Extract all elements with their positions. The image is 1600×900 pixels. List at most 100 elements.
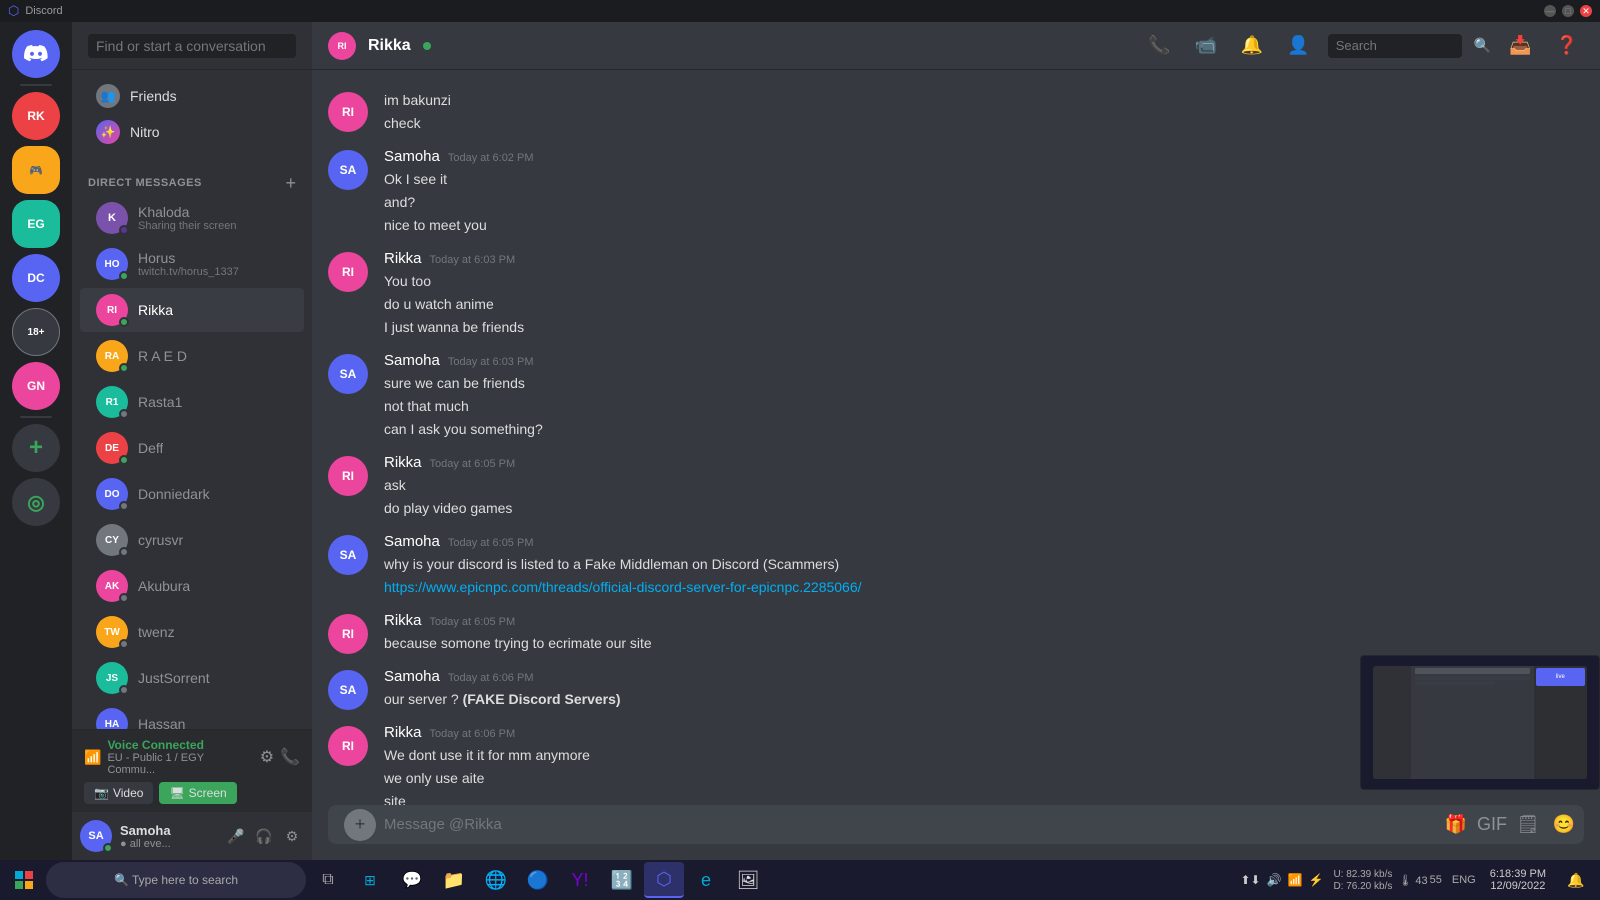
dm-item-info-justsorrent: JustSorrent — [138, 670, 210, 686]
taskbar-app-photos[interactable]: 🖼 — [728, 862, 768, 898]
message-author-rikka-605b: Rikka — [384, 612, 422, 629]
discord-home-button[interactable] — [12, 30, 60, 78]
dm-item-deff[interactable]: DE Deff ✕ — [80, 426, 304, 470]
notification-center-button[interactable]: 🔔 — [1556, 862, 1596, 898]
sticker-button[interactable]: 🗒 — [1512, 809, 1544, 841]
dm-item-hassan[interactable]: HA Hassan ✕ — [80, 702, 304, 729]
dm-avatar-akubura: AK — [96, 570, 128, 602]
mic-button[interactable]: 🎤 — [224, 824, 248, 848]
tray-icon-1: ⬆⬇ — [1240, 873, 1260, 887]
tray-icons-group: 🌡 43 55 — [1394, 874, 1446, 887]
server-divider-2 — [20, 416, 52, 418]
voice-connected-bar: 📶 Voice Connected EU - Public 1 / EGY Co… — [72, 729, 312, 812]
message-group-bakunzi: RI im bakunzi check — [312, 86, 1600, 140]
dm-item-rasta1[interactable]: R1 Rasta1 ✕ — [80, 380, 304, 424]
message-avatar-rikka-1: RI — [328, 92, 368, 132]
taskbar-task-view[interactable]: ⧉ — [308, 862, 348, 898]
call-icon[interactable]: 📞 — [1142, 35, 1176, 56]
user-settings-button[interactable]: ⚙ — [280, 824, 304, 848]
message-header-samoha-602: Samoha Today at 6:02 PM — [384, 148, 1584, 165]
gift-button[interactable]: 🎁 — [1440, 809, 1472, 841]
message-text-samoha-603-3: can I ask you something? — [384, 419, 1584, 440]
message-author-samoha-605: Samoha — [384, 533, 440, 550]
message-timestamp-samoha-602: Today at 6:02 PM — [448, 152, 534, 164]
maximize-button[interactable]: □ — [1562, 5, 1574, 17]
add-server-button[interactable]: + — [12, 424, 60, 472]
dm-item-donniedark[interactable]: DO Donniedark ✕ — [80, 472, 304, 516]
help-icon[interactable]: ❓ — [1550, 35, 1584, 56]
message-text-bakunzi-2: check — [384, 113, 1584, 134]
discover-button[interactable]: ◎ — [12, 478, 60, 526]
taskbar-app-explorer[interactable]: 📁 — [434, 862, 474, 898]
dm-name-khaloda: Khaloda — [138, 204, 236, 220]
taskbar-search-area[interactable]: 🔍 Type here to search — [46, 862, 306, 898]
inbox-icon[interactable]: 📥 — [1503, 35, 1537, 56]
message-input[interactable] — [384, 805, 1432, 844]
message-author-rikka-603: Rikka — [384, 250, 422, 267]
dm-item-raed[interactable]: RA R A E D ✕ — [80, 334, 304, 378]
voice-disconnect-icon[interactable]: 📞 — [280, 747, 300, 767]
server-icon-3[interactable]: EG — [12, 200, 60, 248]
dm-search-input[interactable] — [88, 34, 296, 58]
taskbar-app-chrome[interactable]: 🌐 — [476, 862, 516, 898]
deff-status-dot — [119, 455, 129, 465]
message-avatar-rikka-605b: RI — [328, 614, 368, 654]
message-text-samoha-603-2: not that much — [384, 396, 1584, 417]
gif-button[interactable]: GIF — [1476, 809, 1508, 841]
taskbar-widgets[interactable]: ⊞ — [350, 862, 390, 898]
close-button[interactable]: ✕ — [1580, 5, 1592, 17]
akubura-status-dot — [119, 593, 129, 603]
title-bar-controls: — □ ✕ — [1544, 5, 1592, 17]
user-panel-info: Samoha ● all eve... — [120, 823, 216, 850]
chat-search-input[interactable] — [1328, 34, 1462, 58]
headset-button[interactable]: 🎧 — [252, 824, 276, 848]
server-icon-2[interactable]: 🎮 — [12, 146, 60, 194]
taskbar-chat[interactable]: 💬 — [392, 862, 432, 898]
screen-share-button[interactable]: 🖥 Screen — [159, 782, 236, 804]
dm-item-twenz[interactable]: TW twenz ✕ — [80, 610, 304, 654]
dm-item-rikka[interactable]: RI Rikka ✕ — [80, 288, 304, 332]
taskbar-app-ie[interactable]: 🔵 — [518, 862, 558, 898]
dm-item-justsorrent[interactable]: JS JustSorrent ✕ — [80, 656, 304, 700]
dm-avatar-khaloda: K — [96, 202, 128, 234]
taskbar-app-yahoo[interactable]: Y! — [560, 862, 600, 898]
video-call-icon[interactable]: 📹 — [1188, 35, 1222, 56]
dm-item-cyrusvr[interactable]: CY cyrusvr ✕ — [80, 518, 304, 562]
message-text-samoha-605-2: https://www.epicnpc.com/threads/official… — [384, 577, 1584, 598]
dm-name-twenz: twenz — [138, 624, 175, 640]
message-add-button[interactable]: + — [344, 809, 376, 841]
dm-add-button[interactable]: + — [285, 174, 296, 192]
server-divider — [20, 84, 52, 86]
notification-icon[interactable]: 🔔 — [1235, 35, 1269, 56]
message-avatar-samoha-603: SA — [328, 354, 368, 394]
profile-icon[interactable]: 👤 — [1281, 35, 1315, 56]
taskbar-app-discord[interactable]: ⬡ — [644, 862, 684, 898]
dm-item-akubura[interactable]: AK Akubura ✕ — [80, 564, 304, 608]
dm-name-hassan: Hassan — [138, 716, 185, 729]
friends-nav-item[interactable]: 👥 Friends — [80, 78, 304, 114]
epicnpc-link-1[interactable]: https://www.epicnpc.com/threads/official… — [384, 579, 862, 595]
message-text-rikka-605-2: do play video games — [384, 498, 1584, 519]
taskbar-clock[interactable]: 6:18:39 PM 12/09/2022 — [1482, 868, 1554, 892]
voice-settings-icon[interactable]: ⚙ — [260, 747, 274, 767]
server-icon-5[interactable]: 18+ — [12, 308, 60, 356]
start-button[interactable] — [4, 862, 44, 898]
message-input-box: + 🎁 GIF 🗒 😊 — [328, 805, 1584, 844]
dm-avatar-donniedark: DO — [96, 478, 128, 510]
message-group-samoha-602: SA Samoha Today at 6:02 PM Ok I see it a… — [312, 144, 1600, 242]
video-button[interactable]: 📷 Video — [84, 782, 153, 804]
emoji-button[interactable]: 😊 — [1548, 809, 1580, 841]
taskbar-app-edge[interactable]: e — [686, 862, 726, 898]
dm-item-khaloda[interactable]: K Khaloda Sharing their screen ✕ — [80, 196, 304, 240]
taskbar-app-calc[interactable]: 🔢 — [602, 862, 642, 898]
nitro-nav-item[interactable]: ✨ Nitro — [80, 114, 304, 150]
server-icon-1[interactable]: RK — [12, 92, 60, 140]
dm-item-info-cyrusvr: cyrusvr — [138, 532, 183, 548]
dm-item-info-akubura: Akubura — [138, 578, 190, 594]
server-icon-6[interactable]: GN — [12, 362, 60, 410]
message-text-samoha-605-1: why is your discord is listed to a Fake … — [384, 554, 1584, 575]
server-icon-4[interactable]: DC — [12, 254, 60, 302]
dm-nav: 👥 Friends ✨ Nitro — [72, 70, 312, 158]
minimize-button[interactable]: — — [1544, 5, 1556, 17]
dm-item-horus[interactable]: HO Horus twitch.tv/horus_1337 ✕ — [80, 242, 304, 286]
